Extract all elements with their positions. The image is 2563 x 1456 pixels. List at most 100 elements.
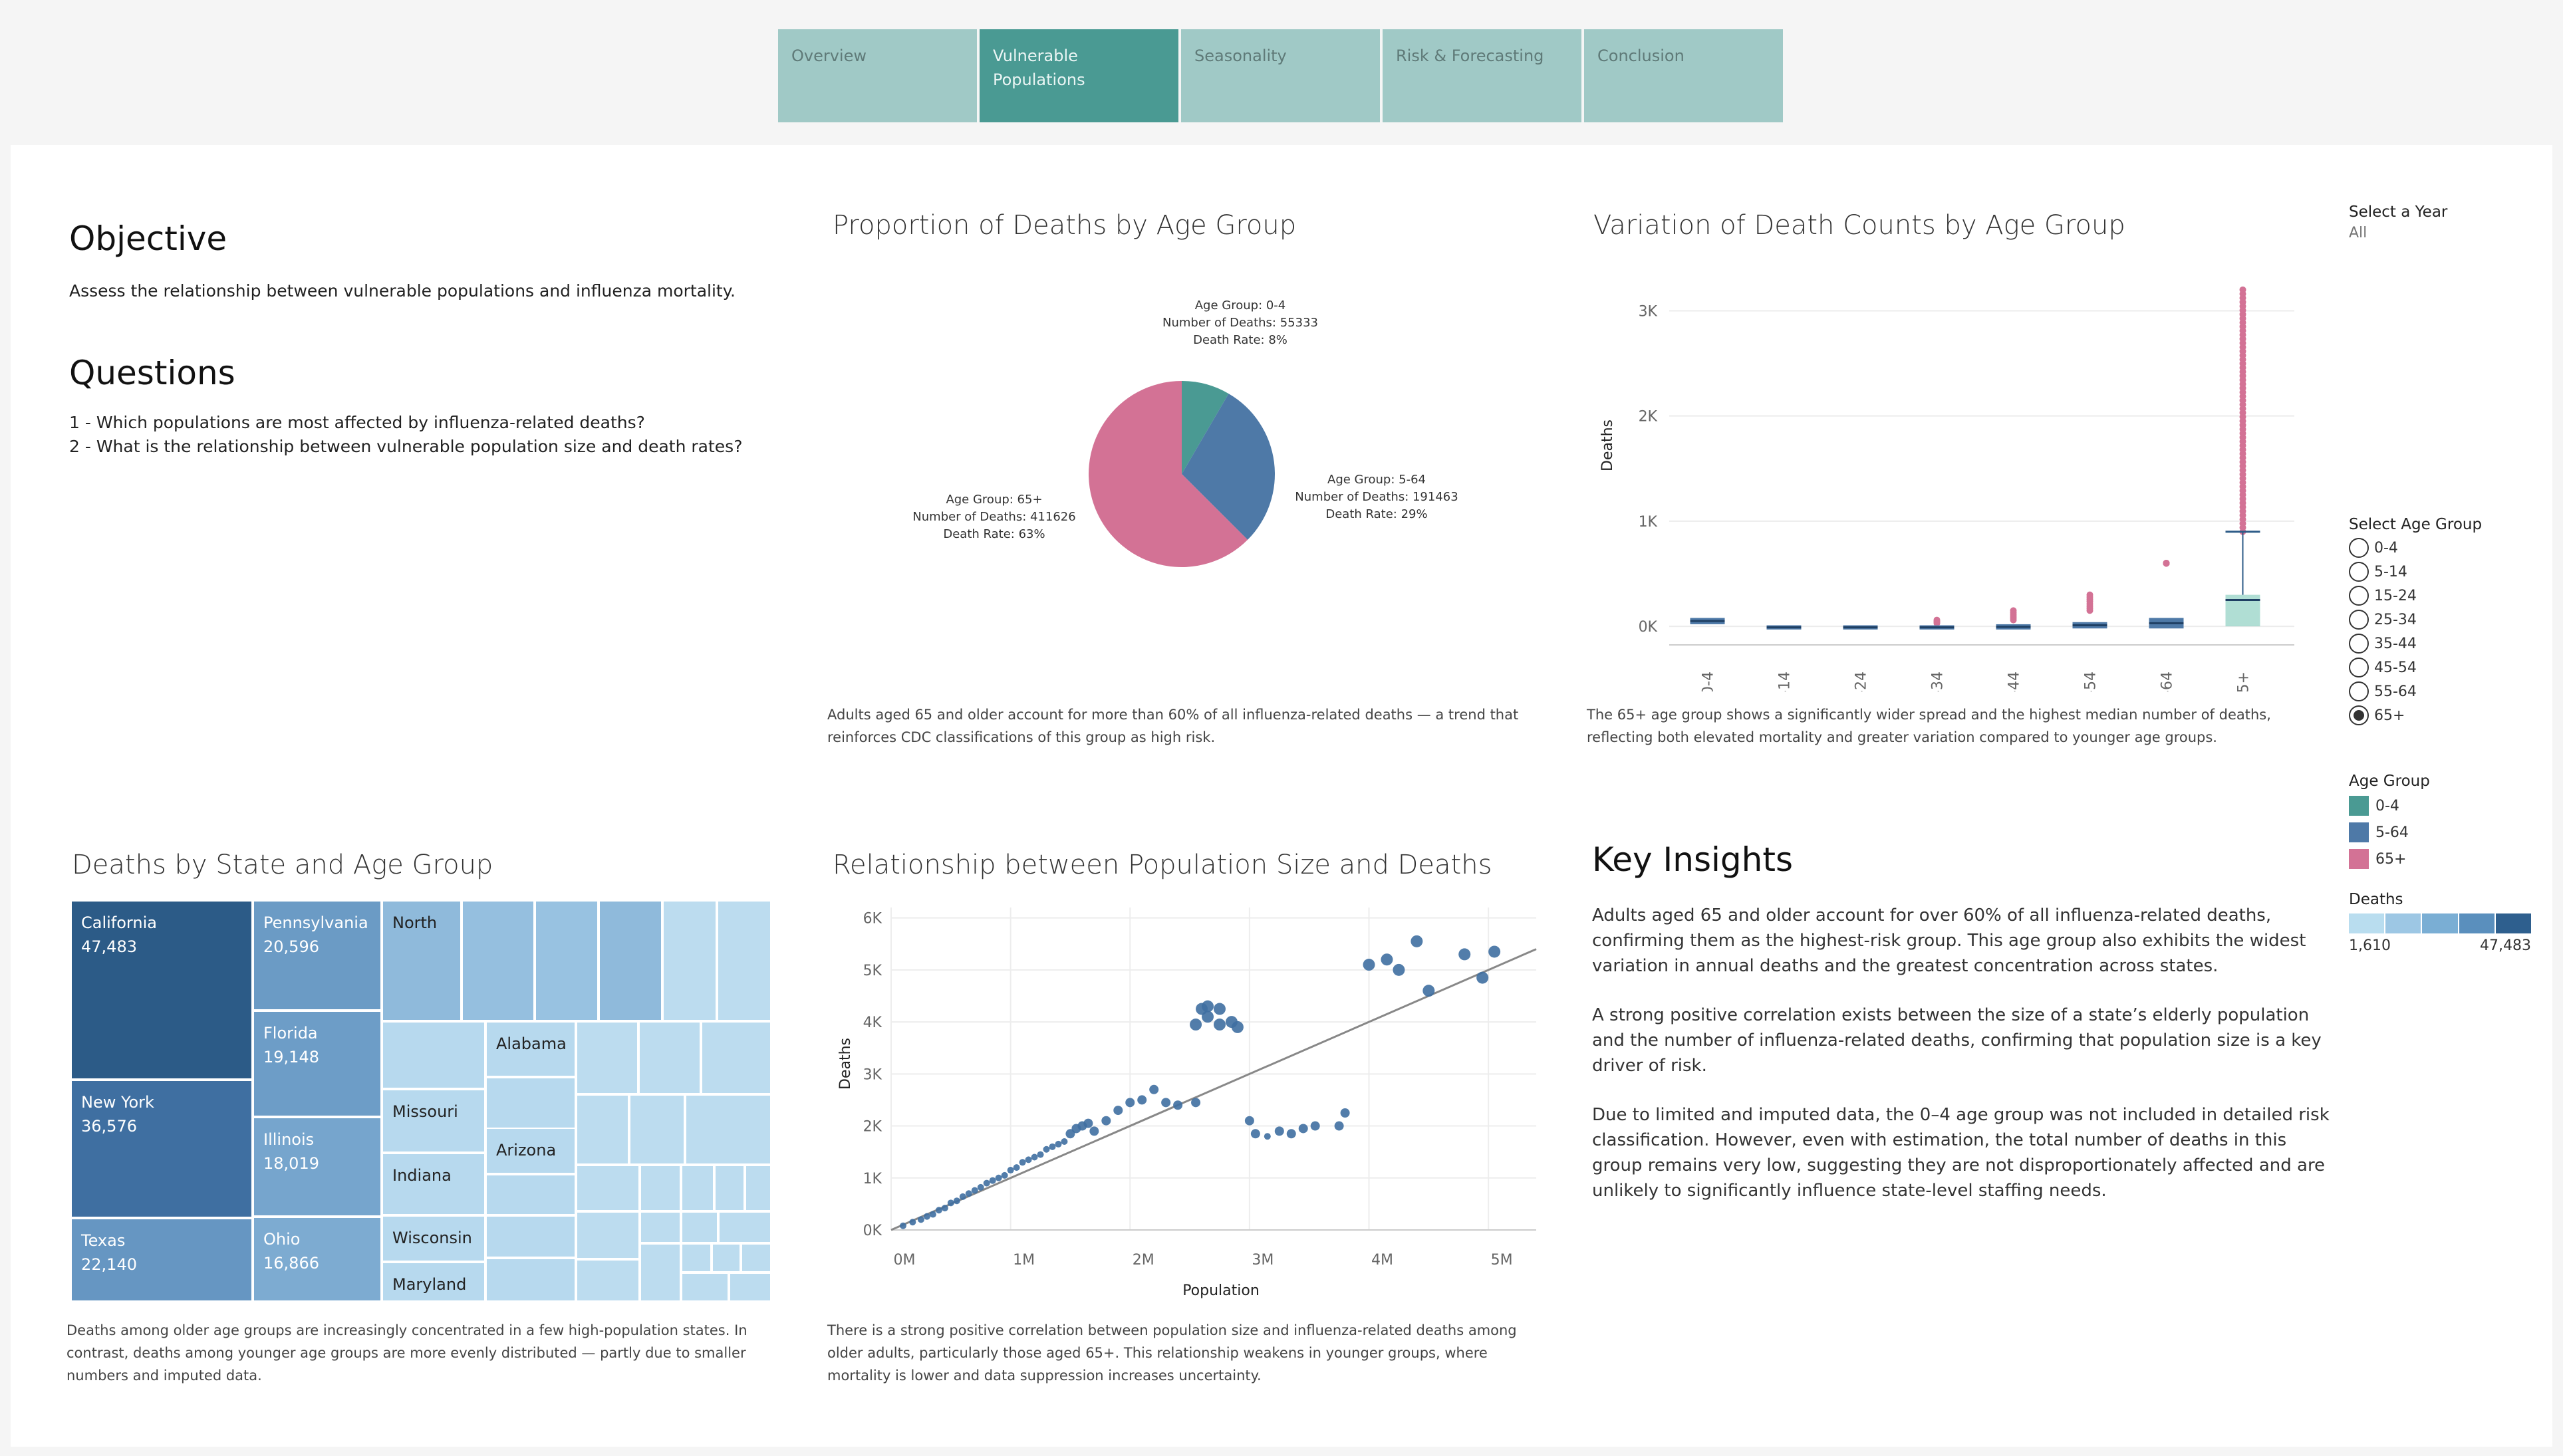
radio-circle-icon[interactable] bbox=[2349, 610, 2369, 630]
scatter-point bbox=[923, 1213, 930, 1220]
treemap-cell[interactable] bbox=[576, 1259, 640, 1302]
radio-circle-icon[interactable] bbox=[2349, 634, 2369, 654]
insight-3-line3: group remains very low, suggesting they … bbox=[1592, 1155, 2326, 1175]
treemap-cell[interactable] bbox=[729, 1273, 771, 1302]
treemap-cell[interactable] bbox=[741, 1243, 771, 1273]
treemap-cell[interactable] bbox=[640, 1243, 681, 1302]
tab-vulnerable-populations[interactable]: Vulnerable Populations bbox=[980, 29, 1178, 122]
treemap-cell[interactable] bbox=[745, 1165, 771, 1211]
outlier-point bbox=[2163, 560, 2170, 567]
treemap-cell-pennsylvania[interactable]: Pennsylvania 20,596 bbox=[253, 900, 382, 1011]
treemap-cell[interactable] bbox=[681, 1165, 714, 1211]
treemap-cell-indiana[interactable]: Indiana bbox=[382, 1153, 485, 1215]
treemap-cell[interactable] bbox=[662, 900, 717, 1021]
treemap-cell[interactable] bbox=[681, 1273, 729, 1302]
tab-seasonality[interactable]: Seasonality bbox=[1181, 29, 1380, 122]
scatter-point bbox=[965, 1190, 972, 1197]
radio-circle-icon[interactable] bbox=[2349, 586, 2369, 606]
pie-chart: Age Group: 0-4 Number of Deaths: 55333 D… bbox=[912, 299, 1458, 567]
radio-circle-icon[interactable] bbox=[2349, 562, 2369, 582]
x-tick-label: 0-4 bbox=[1700, 671, 1717, 691]
treemap-cell-california[interactable]: California 47,483 bbox=[70, 900, 253, 1080]
legend-swatch bbox=[2349, 849, 2369, 869]
outlier-point bbox=[1933, 616, 1941, 624]
treemap-cell[interactable] bbox=[485, 1174, 576, 1215]
treemap-cell-alabama[interactable]: Alabama bbox=[485, 1021, 576, 1077]
treemap-caption-line3: numbers and imputed data. bbox=[67, 1368, 262, 1384]
treemap-cell[interactable] bbox=[685, 1094, 771, 1165]
scatter-point bbox=[971, 1187, 978, 1194]
treemap-cell[interactable] bbox=[576, 1165, 640, 1211]
treemap-cell[interactable] bbox=[681, 1243, 712, 1273]
scatter-point bbox=[1083, 1118, 1093, 1128]
scatter-point bbox=[1334, 1121, 1344, 1131]
outlier-point bbox=[2239, 286, 2246, 293]
age-radio-25-34[interactable]: 25-34 bbox=[2349, 608, 2548, 632]
treemap-cell[interactable] bbox=[701, 1021, 771, 1094]
boxplot-y-label: Deaths bbox=[1599, 420, 1616, 471]
treemap-cell[interactable] bbox=[640, 1165, 681, 1211]
insight-1-line2: confirming them as the highest-risk grou… bbox=[1592, 931, 2306, 951]
treemap-cell-missouri[interactable]: Missouri bbox=[382, 1089, 485, 1153]
tab-risk-forecasting[interactable]: Risk & Forecasting bbox=[1383, 29, 1581, 122]
scatter-point bbox=[929, 1211, 936, 1218]
treemap-cell-ohio[interactable]: Ohio 16,866 bbox=[253, 1217, 382, 1302]
age-radio-5-14[interactable]: 5-14 bbox=[2349, 560, 2548, 584]
age-radio-35-44[interactable]: 35-44 bbox=[2349, 632, 2548, 656]
scatter-point bbox=[935, 1207, 942, 1214]
legend-swatch bbox=[2349, 822, 2369, 842]
radio-label: 45-54 bbox=[2374, 659, 2417, 676]
age-radio-55-64[interactable]: 55-64 bbox=[2349, 679, 2548, 703]
scatter-point bbox=[1191, 1098, 1201, 1108]
age-radio-45-54[interactable]: 45-54 bbox=[2349, 656, 2548, 679]
radio-circle-icon[interactable] bbox=[2349, 658, 2369, 677]
treemap-cell[interactable] bbox=[576, 1021, 638, 1094]
age-group-filter: Select Age Group 0-4 5-14 15-24 25-34 35-44 4… bbox=[2349, 516, 2548, 727]
treemap-cell[interactable] bbox=[485, 1258, 576, 1302]
tab-conclusion[interactable]: Conclusion bbox=[1584, 29, 1783, 122]
scatter-caption-line2: older adults, particularly those aged 65… bbox=[827, 1345, 1488, 1361]
treemap-cell[interactable] bbox=[714, 1165, 745, 1211]
radio-circle-icon[interactable] bbox=[2349, 705, 2369, 725]
pie-caption-line1: Adults aged 65 and older account for mor… bbox=[827, 707, 1519, 723]
scatter-point bbox=[1173, 1100, 1183, 1110]
treemap-cell[interactable] bbox=[681, 1211, 718, 1243]
treemap-cell-maryland[interactable]: Maryland bbox=[382, 1262, 485, 1302]
treemap-cell[interactable] bbox=[638, 1021, 701, 1094]
treemap-cell[interactable] bbox=[485, 1215, 576, 1258]
pie-label-65-line1: Age Group: 65+ bbox=[946, 493, 1042, 507]
tab-overview[interactable]: Overview bbox=[778, 29, 977, 122]
radio-circle-icon[interactable] bbox=[2349, 538, 2369, 558]
x-tick-label: 35-44 bbox=[2006, 671, 2023, 691]
age-radio-0-4[interactable]: 0-4 bbox=[2349, 536, 2548, 560]
treemap-title: Deaths by State and Age Group bbox=[72, 850, 493, 880]
treemap-cell[interactable] bbox=[576, 1094, 629, 1165]
treemap-cell[interactable] bbox=[535, 900, 599, 1021]
year-filter-value[interactable]: All bbox=[2349, 225, 2548, 241]
age-radio-65plus[interactable]: 65+ bbox=[2349, 703, 2548, 727]
treemap-cell[interactable] bbox=[629, 1094, 685, 1165]
boxplot-caption-line2: reflecting both elevated mortality and g… bbox=[1587, 729, 2217, 745]
treemap-cell[interactable] bbox=[382, 1021, 485, 1089]
treemap-cell-illinois[interactable]: Illinois 18,019 bbox=[253, 1117, 382, 1217]
treemap-cell[interactable] bbox=[462, 900, 535, 1021]
treemap-cell-wisconsin[interactable]: Wisconsin bbox=[382, 1215, 485, 1262]
age-radio-15-24[interactable]: 15-24 bbox=[2349, 584, 2548, 608]
treemap-cell-new-york[interactable]: New York 36,576 bbox=[70, 1080, 253, 1218]
treemap-cell-florida[interactable]: Florida 19,148 bbox=[253, 1011, 382, 1117]
treemap-cell-texas[interactable]: Texas 22,140 bbox=[70, 1218, 253, 1302]
treemap-cell-arizona[interactable]: Arizona bbox=[485, 1128, 576, 1174]
treemap-cell[interactable] bbox=[712, 1243, 741, 1273]
scatter-point bbox=[1013, 1164, 1020, 1171]
treemap-cell[interactable] bbox=[717, 900, 771, 1021]
radio-circle-icon[interactable] bbox=[2349, 681, 2369, 701]
y-tick-label: 0K bbox=[1639, 619, 1658, 636]
treemap-cell[interactable] bbox=[718, 1211, 771, 1243]
treemap-cell[interactable] bbox=[599, 900, 662, 1021]
legend-item-0-4: 0-4 bbox=[2349, 792, 2548, 819]
scatter-caption-line3: mortality is lower and data suppression … bbox=[827, 1368, 1262, 1384]
trend-line bbox=[890, 948, 1537, 1231]
treemap-cell[interactable] bbox=[576, 1211, 640, 1259]
treemap-cell[interactable] bbox=[640, 1211, 681, 1243]
treemap-cell-north[interactable]: North bbox=[382, 900, 462, 1021]
